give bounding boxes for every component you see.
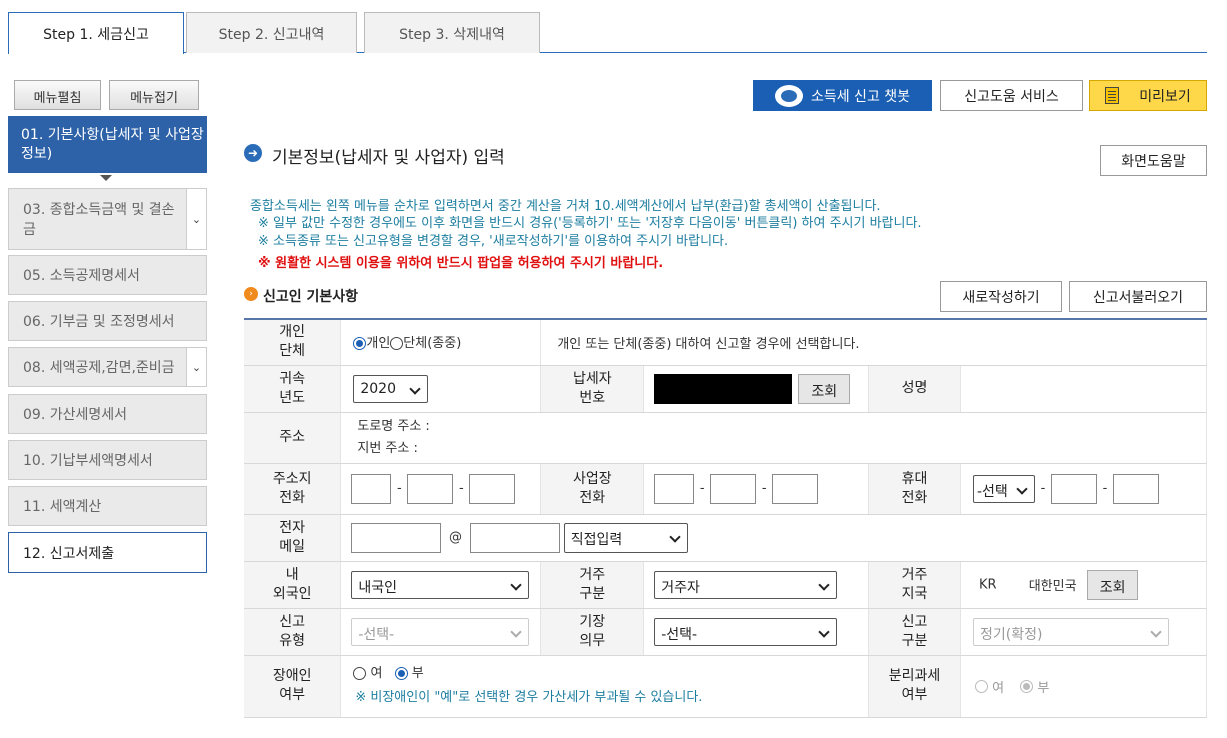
taxpayer-no-label: 납세자 번호 (540, 365, 645, 413)
road-address: 도로명 주소 : (357, 418, 430, 434)
address-label: 주소 (244, 412, 342, 464)
sidebar-item-01[interactable]: 01. 기본사항(납세자 및 사업장정보) (8, 116, 207, 173)
chevron-down-icon[interactable]: ⌄ (186, 189, 206, 249)
bookkeeping-label: 기장 의무 (540, 608, 645, 656)
taxpayer-lookup-button[interactable]: 조회 (798, 373, 851, 404)
residence-label: 거주 구분 (540, 561, 645, 609)
menu-expand-button[interactable]: 메뉴펼침 (14, 80, 101, 110)
report-type-label: 신고 유형 (244, 608, 342, 656)
section-title: 신고인 기본사항 (263, 289, 359, 305)
preview-button[interactable]: 미리보기 (1089, 80, 1207, 111)
info-line-3: ※ 소득종류 또는 신고유형을 변경할 경우, '새로작성하기'를 이용하여 주… (258, 234, 729, 249)
name-label: 성명 (868, 365, 961, 413)
residence-select[interactable]: 거주자 (654, 570, 838, 599)
mobile-label: 휴대 전화 (868, 463, 961, 515)
mobile-3[interactable] (1113, 473, 1159, 504)
document-icon (1105, 87, 1120, 104)
disabled-yes-radio[interactable] (353, 667, 367, 681)
chatbot-button[interactable]: 소득세 신고 챗봇 (753, 80, 932, 111)
mobile-2[interactable] (1051, 473, 1097, 504)
info-line-2: ※ 일부 값만 수정한 경우에도 이후 화면을 반드시 경유('등록하기' 또는… (258, 216, 922, 231)
sidebar-item-06[interactable]: 06. 기부금 및 조정명세서 (8, 301, 207, 341)
screen-help-button[interactable]: 화면도움말 (1100, 145, 1207, 176)
separate-tax-no-radio[interactable] (1020, 679, 1034, 693)
load-report-button[interactable]: 신고서불러오기 (1069, 281, 1207, 312)
chevron-down-icon[interactable]: ⌄ (186, 348, 206, 386)
year-select[interactable]: 2020 (353, 374, 429, 403)
country-lookup-button[interactable]: 조회 (1086, 569, 1139, 600)
country-name: 대한민국 (1028, 579, 1077, 594)
country-label: 거주 지국 (868, 561, 961, 609)
disabled-label: 장애인 여부 (244, 655, 342, 718)
step-tabs: Step 1. 세금신고 Step 2. 신고내역 Step 3. 삭제내역 (8, 12, 1207, 54)
biz-phone-label: 사업장 전화 (540, 463, 645, 515)
tab-step3[interactable]: Step 3. 삭제내역 (364, 12, 540, 53)
domestic-label: 내 외국인 (244, 561, 342, 609)
type-description: 개인 또는 단체(종중) 대하여 신고할 경우에 선택합니다. (540, 319, 1207, 366)
report-kind-label: 신고 구분 (868, 608, 961, 656)
type-label: 개인 단체 (244, 319, 342, 366)
lot-address: 지번 주소 : (357, 440, 418, 456)
new-write-button[interactable]: 새로작성하기 (940, 281, 1062, 312)
country-code: KR (979, 577, 997, 592)
name-value (960, 365, 1207, 413)
sidebar-item-10[interactable]: 10. 기납부세액명세서 (8, 440, 207, 480)
tab-step1[interactable]: Step 1. 세금신고 (8, 12, 184, 54)
addr-phone-1[interactable] (351, 473, 392, 504)
addr-phone-label: 주소지 전화 (244, 463, 342, 515)
sidebar-item-11[interactable]: 11. 세액계산 (8, 486, 207, 526)
section-bullet-icon: › (244, 287, 258, 301)
report-kind-select[interactable]: 정기(확정) (973, 617, 1169, 646)
mobile-prefix-select[interactable]: -선택 (973, 474, 1035, 503)
email-label: 전자 메일 (244, 514, 342, 562)
addr-phone-3[interactable] (469, 473, 516, 504)
tab-step2[interactable]: Step 2. 신고내역 (186, 12, 357, 53)
sidebar-item-05[interactable]: 05. 소득공제명세서 (8, 255, 207, 295)
disabled-no-radio[interactable] (394, 667, 408, 681)
menu-collapse-button[interactable]: 메뉴접기 (109, 80, 199, 110)
popup-warning: ※ 원활한 시스템 이용을 위하여 반드시 팝업을 허용하여 주시기 바랍니다. (258, 256, 664, 271)
sidebar-item-09[interactable]: 09. 가산세명세서 (8, 394, 207, 434)
biz-phone-1[interactable] (654, 473, 695, 504)
bookkeeping-select[interactable]: -선택- (654, 617, 838, 646)
addr-phone-2[interactable] (407, 473, 454, 504)
active-indicator-icon (100, 175, 112, 181)
report-type-select[interactable]: -선택- (351, 617, 530, 646)
basic-info-form: 개인 단체 개인 단체(종중) 개인 또는 단체(종중) 대하여 신고할 경우에 … (244, 318, 1207, 718)
separate-tax-yes-radio[interactable] (975, 679, 988, 693)
chatbot-icon (774, 84, 803, 107)
year-label: 귀속 년도 (244, 365, 342, 413)
taxpayer-no-input-1[interactable] (654, 373, 711, 404)
help-service-button[interactable]: 신고도움 서비스 (940, 80, 1083, 111)
separate-tax-label: 분리과세 여부 (868, 655, 961, 718)
sidebar-item-12[interactable]: 12. 신고서제출 (8, 532, 207, 573)
email-domain-select[interactable]: 직접입력 (563, 522, 688, 553)
biz-phone-3[interactable] (772, 473, 819, 504)
arrow-right-icon: ➜ (244, 144, 262, 162)
radio-individual[interactable] (353, 337, 367, 350)
email-domain-input[interactable] (469, 522, 560, 553)
radio-group[interactable] (390, 337, 404, 350)
disabled-note: ※ 비장애인이 "예"로 선택한 경우 가산세가 부과될 수 있습니다. (355, 690, 703, 706)
biz-phone-2[interactable] (710, 473, 757, 504)
taxpayer-no-input-2[interactable] (726, 373, 793, 404)
page-title: 기본정보(납세자 및 사업자) 입력 (272, 148, 505, 168)
sidebar-item-03[interactable]: 03. 종합소득금액 및 결손금 ⌄ (8, 188, 207, 250)
sidebar-item-08[interactable]: 08. 세액공제,감면,준비금 ⌄ (8, 347, 207, 387)
email-id-input[interactable] (351, 522, 442, 553)
domestic-select[interactable]: 내국인 (351, 570, 530, 599)
at-symbol: @ (449, 530, 462, 545)
